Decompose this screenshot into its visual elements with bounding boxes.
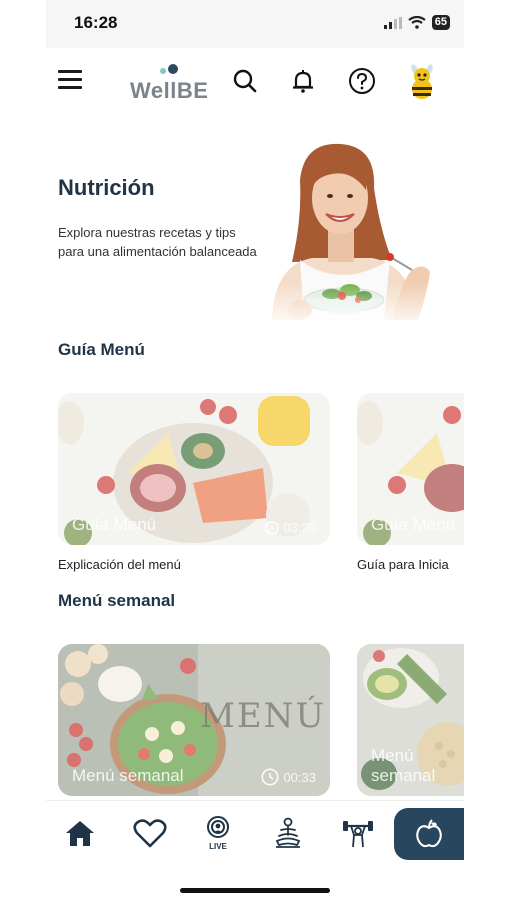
status-bar: 16:28 65	[46, 0, 464, 48]
home-indicator	[180, 888, 330, 893]
live-label: LIVE	[209, 842, 227, 851]
nav-live[interactable]: LIVE	[198, 813, 238, 853]
wellbe-logo: WellBE	[130, 62, 212, 103]
status-time: 16:28	[74, 13, 118, 32]
nav-favorites[interactable]	[130, 813, 170, 853]
heart-icon	[133, 819, 167, 848]
bell-icon[interactable]	[290, 68, 316, 94]
card-caption: Guía para Inicia	[357, 557, 449, 572]
home-icon	[66, 821, 94, 846]
nav-fitness[interactable]	[338, 813, 378, 853]
woman-eating-salad-image	[252, 140, 442, 330]
fitness-icon	[343, 821, 373, 848]
clock-icon	[265, 520, 280, 535]
wifi-icon	[408, 16, 426, 29]
clock-icon	[261, 768, 280, 786]
nav-meditation[interactable]	[268, 813, 308, 853]
battery-indicator: 65	[431, 15, 450, 30]
signal-icon	[383, 16, 402, 29]
menu-icon[interactable]	[58, 70, 82, 90]
meditation-icon	[275, 817, 301, 848]
app-screen: 16:28 65 WellBE Nutrición Explora nuestr…	[46, 0, 464, 900]
logo-text: WellBE	[130, 78, 209, 103]
apple-icon	[416, 819, 442, 848]
status-icons: 65	[383, 15, 450, 30]
weekly-card-2[interactable]: Menú semanal	[357, 644, 464, 796]
card-label: Menú semanal	[72, 766, 184, 785]
card-duration: 00:33	[261, 768, 316, 786]
card-label: Menú semanal	[371, 746, 436, 785]
section-title-guide: Guía Menú	[58, 340, 145, 359]
card-label: Guía Menú	[72, 515, 157, 534]
card-label: Guía Menú	[371, 515, 456, 534]
bee-avatar-icon[interactable]	[406, 62, 438, 100]
weekly-card-1[interactable]: MENÚ Menú semanal 00:33	[58, 644, 330, 796]
card-caption: Explicación del menú	[58, 557, 181, 572]
guide-card-2[interactable]: Guía Menú	[357, 393, 464, 545]
hero-section: Nutrición Explora nuestras recetas y tip…	[46, 130, 464, 330]
section-title-weekly: Menú semanal	[58, 591, 176, 610]
help-icon[interactable]	[348, 67, 376, 95]
live-icon: LIVE	[207, 816, 229, 851]
nav-nutrition[interactable]	[394, 808, 464, 860]
card-duration: 03:20	[265, 520, 316, 535]
page-title: Nutrición	[58, 175, 155, 200]
app-header: WellBE	[46, 48, 464, 114]
nav-home[interactable]	[60, 813, 100, 853]
menu-overlay-text: MENÚ	[200, 696, 327, 736]
guide-card-1[interactable]: Guía Menú 03:20	[58, 393, 330, 545]
page-subtitle: Explora nuestras recetas y tips para una…	[58, 225, 257, 259]
search-icon[interactable]	[232, 68, 258, 94]
bottom-nav: LIVE	[46, 800, 464, 866]
